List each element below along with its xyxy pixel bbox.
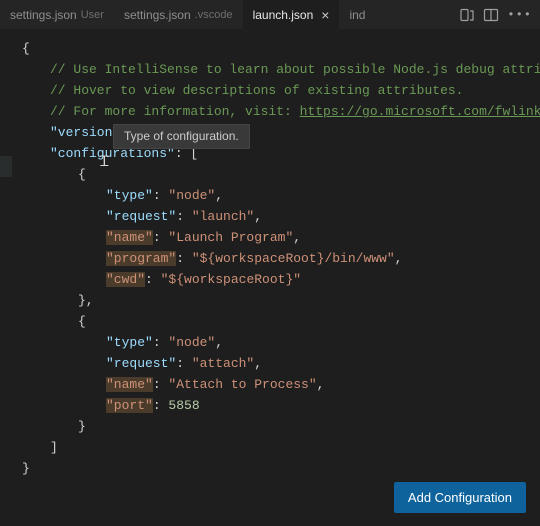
tab-bar: settings.json User settings.json .vscode…: [0, 0, 540, 30]
tab-actions: •••: [459, 7, 540, 23]
compare-icon[interactable]: [459, 7, 475, 23]
json-string: "Attach to Process": [168, 377, 316, 392]
doc-link[interactable]: https://go.microsoft.com/fwlink/?li: [300, 104, 540, 119]
comment: // For more information, visit:: [50, 104, 300, 119]
comment: // Hover to view descriptions of existin…: [50, 83, 463, 98]
add-configuration-button[interactable]: Add Configuration: [394, 482, 526, 513]
json-key-program: "program": [106, 251, 176, 266]
tab-settings-vscode[interactable]: settings.json .vscode: [114, 0, 243, 29]
comment: // Use IntelliSense to learn about possi…: [50, 62, 540, 77]
json-key: "request": [106, 209, 176, 224]
json-key: "type": [106, 188, 153, 203]
more-icon[interactable]: •••: [507, 8, 532, 22]
tab-label: settings.json: [10, 8, 77, 22]
tab-sublabel: User: [81, 9, 104, 21]
json-string: "${workspaceRoot}": [161, 272, 301, 287]
json-string: "node": [168, 188, 215, 203]
json-key: "type": [106, 335, 153, 350]
tab-settings-user[interactable]: settings.json User: [0, 0, 114, 29]
json-key: "version": [50, 125, 120, 140]
json-string: "launch": [192, 209, 254, 224]
json-key-cwd: "cwd": [106, 272, 145, 287]
tab-label: settings.json: [124, 8, 191, 22]
brace: {: [22, 41, 30, 56]
json-string: "node": [168, 335, 215, 350]
json-string: "${workspaceRoot}/bin/www": [192, 251, 395, 266]
json-key-name: "name": [106, 230, 153, 245]
text-cursor-icon: Ꮖ: [100, 155, 109, 171]
json-key-port: "port": [106, 398, 153, 413]
json-number: 5858: [168, 398, 199, 413]
code-editor[interactable]: { // Use IntelliSense to learn about pos…: [0, 30, 540, 479]
close-icon[interactable]: ×: [321, 7, 329, 23]
tab-sublabel: .vscode: [195, 9, 233, 21]
json-key-name: "name": [106, 377, 153, 392]
json-string: "attach": [192, 356, 254, 371]
tab-label: ind: [349, 8, 365, 22]
tab-launch-json[interactable]: launch.json ×: [243, 0, 340, 29]
tab-label: launch.json: [253, 8, 314, 22]
json-key: "request": [106, 356, 176, 371]
json-string: "Launch Program": [168, 230, 293, 245]
hover-tooltip: Type of configuration.: [113, 124, 250, 149]
split-editor-icon[interactable]: [483, 7, 499, 23]
tab-ind[interactable]: ind: [339, 0, 375, 29]
